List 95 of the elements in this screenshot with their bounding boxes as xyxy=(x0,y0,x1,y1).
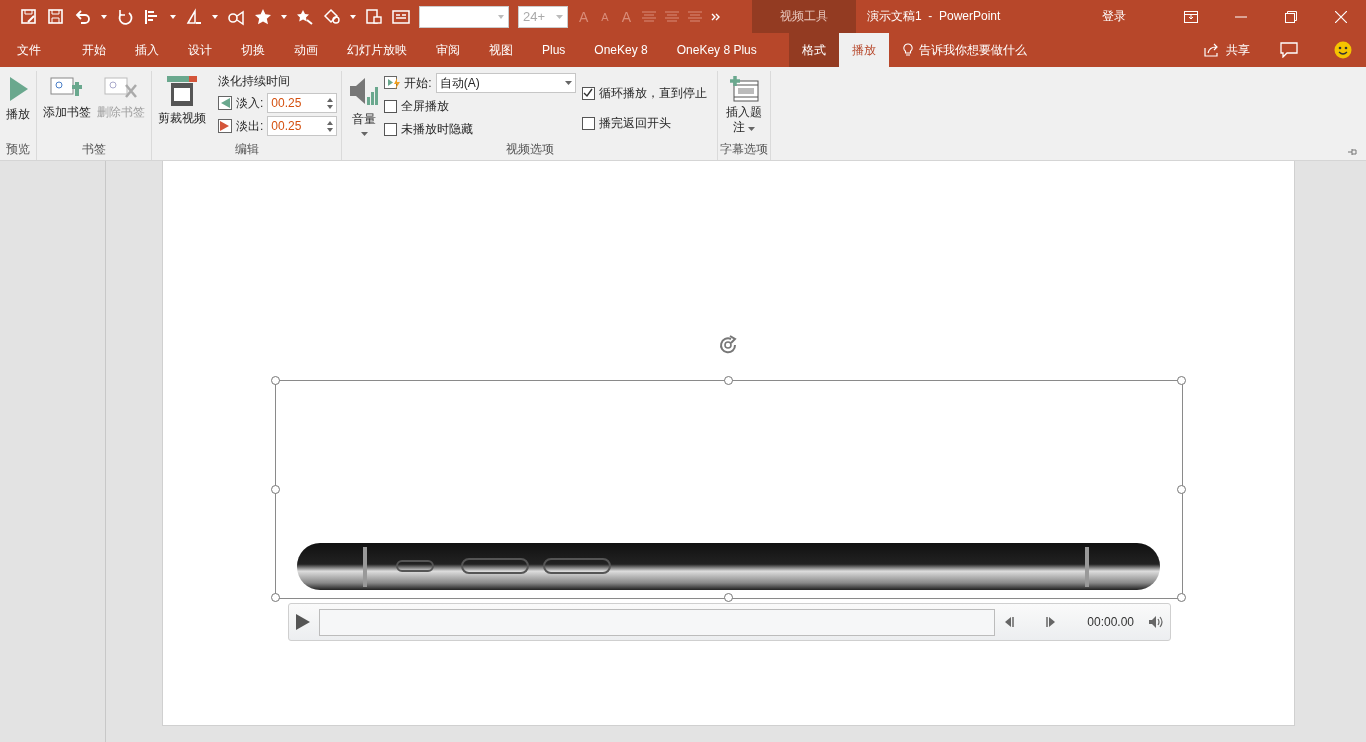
close-icon[interactable] xyxy=(1335,10,1347,23)
ribbon-tab[interactable]: 格式 xyxy=(788,33,839,67)
ribbon-tab[interactable]: 动画 xyxy=(279,33,332,67)
text-box-icon[interactable] xyxy=(392,7,410,26)
fade-label: 淡出: xyxy=(236,117,264,135)
ribbon-tab[interactable]: 审阅 xyxy=(421,33,474,67)
share-icon xyxy=(1204,43,1220,57)
insert-caption-button[interactable]: 插入题注 xyxy=(721,71,766,140)
ribbon-tab[interactable]: 插入 xyxy=(120,33,173,67)
checkbox[interactable] xyxy=(384,122,398,136)
start-dropdown[interactable]: 自动(A) xyxy=(435,73,576,93)
ribbon-tab[interactable]: 视图 xyxy=(474,33,527,67)
fade-in-icon xyxy=(218,96,232,110)
share-button[interactable]: 共享 xyxy=(1204,33,1250,67)
dropdown-arrow-icon[interactable] xyxy=(281,14,287,19)
sign-in-link[interactable]: 登录 xyxy=(1102,8,1126,25)
ribbon-tab[interactable]: 设计 xyxy=(173,33,226,67)
duration-spinbox[interactable]: 00.25 xyxy=(267,93,338,113)
fade-label: 淡入: xyxy=(236,94,264,112)
progress-track[interactable] xyxy=(319,608,996,636)
pin-icon[interactable] xyxy=(1348,148,1358,156)
check-icon xyxy=(583,88,594,98)
restore-icon[interactable] xyxy=(1285,10,1297,23)
ribbon-tab[interactable]: OneKey 8 Plus xyxy=(661,33,771,67)
play-bolt-icon xyxy=(384,75,401,91)
checkbox[interactable] xyxy=(581,86,595,100)
ribbon-tab[interactable]: OneKey 8 xyxy=(579,33,662,67)
resize-handle[interactable] xyxy=(1177,376,1186,385)
volume-button[interactable]: 音量 xyxy=(346,71,383,140)
more-icon[interactable] xyxy=(711,12,722,21)
redo-icon[interactable] xyxy=(116,7,134,26)
checkbox-label: 循环播放，直到停止 xyxy=(598,84,707,102)
star-icon[interactable] xyxy=(254,7,272,26)
add-bookmark-button[interactable]: 添加书签 xyxy=(41,71,93,140)
dropdown-arrow-icon[interactable] xyxy=(350,14,356,19)
ribbon-tab[interactable]: Plus xyxy=(527,33,580,67)
group-label: 视频选项 xyxy=(504,141,555,158)
caret-icon xyxy=(564,81,572,85)
ribbon-tab[interactable]: 幻灯片放映 xyxy=(332,33,421,67)
checkbox-label: 未播放时隐藏 xyxy=(401,120,474,138)
shape-fill-icon[interactable] xyxy=(323,7,341,26)
ribbon-tab[interactable]: 切换 xyxy=(226,33,279,67)
group-label: 编辑 xyxy=(233,141,260,158)
ribbon-tab[interactable]: 文件 xyxy=(0,33,67,67)
undo-icon[interactable] xyxy=(74,7,92,26)
comment-icon[interactable] xyxy=(1280,42,1298,58)
checkbox-label: 播完返回开头 xyxy=(598,114,671,132)
dropdown-arrow-icon[interactable] xyxy=(212,14,218,19)
resize-handle[interactable] xyxy=(724,376,733,385)
fade-duration-label: 淡化持续时间 xyxy=(218,73,291,90)
resize-handle[interactable] xyxy=(271,484,280,494)
time-display: 00:00.00 xyxy=(1087,615,1134,629)
caret-icon xyxy=(747,127,755,131)
resize-handle[interactable] xyxy=(1177,484,1186,494)
dropdown-arrow-icon[interactable] xyxy=(101,14,107,19)
save-icon[interactable] xyxy=(47,7,65,26)
window-title: 演示文稿1 - PowerPoint xyxy=(866,8,1002,25)
resize-handle[interactable] xyxy=(271,376,280,385)
caret-icon xyxy=(556,14,563,19)
tell-me-field[interactable]: 告诉我你想要做什么 xyxy=(918,41,1027,59)
dropdown-arrow-icon xyxy=(498,14,504,19)
checkbox[interactable] xyxy=(581,116,595,130)
fade-out-icon xyxy=(218,119,232,133)
volume-icon[interactable] xyxy=(1148,615,1164,629)
duration-spinbox[interactable]: 00.25 xyxy=(267,116,338,136)
play-button[interactable]: 播放 xyxy=(4,71,32,140)
dropdown-arrow-icon[interactable] xyxy=(170,14,176,19)
trim-video-button[interactable]: 剪裁视频 xyxy=(156,71,208,140)
film-plus-icon xyxy=(728,75,759,103)
shapes-icon[interactable] xyxy=(185,7,203,26)
font-name-field[interactable] xyxy=(419,5,509,28)
caret-icon xyxy=(360,132,368,136)
ribbon-tab[interactable]: 开始 xyxy=(67,33,120,67)
group-label: 预览 xyxy=(5,141,31,158)
resize-handle[interactable] xyxy=(724,593,733,602)
speaker-icon xyxy=(348,75,381,107)
play-icon[interactable] xyxy=(295,613,311,631)
step-back-icon[interactable] xyxy=(1003,616,1016,628)
screen-icon[interactable] xyxy=(365,7,383,26)
resize-handle[interactable] xyxy=(271,593,280,602)
lightbulb-icon xyxy=(902,43,913,57)
group-label: 字幕选项 xyxy=(718,141,769,158)
ribbon-tab[interactable]: 播放 xyxy=(838,33,889,67)
start-label: 开始: xyxy=(404,74,432,92)
checkbox-label: 全屏播放 xyxy=(401,97,450,115)
ribbon-display-icon[interactable] xyxy=(1184,10,1198,23)
save-as-icon[interactable] xyxy=(20,7,38,26)
checkbox[interactable] xyxy=(384,99,398,113)
film-icon xyxy=(165,75,199,107)
spin-arrows-icon xyxy=(327,97,334,109)
spin-arrows-icon xyxy=(327,120,334,132)
group-label: 书签 xyxy=(81,141,107,158)
smiley-icon[interactable] xyxy=(1334,41,1352,59)
context-group-label: 视频工具 xyxy=(752,0,856,33)
resize-handle[interactable] xyxy=(1177,593,1186,602)
